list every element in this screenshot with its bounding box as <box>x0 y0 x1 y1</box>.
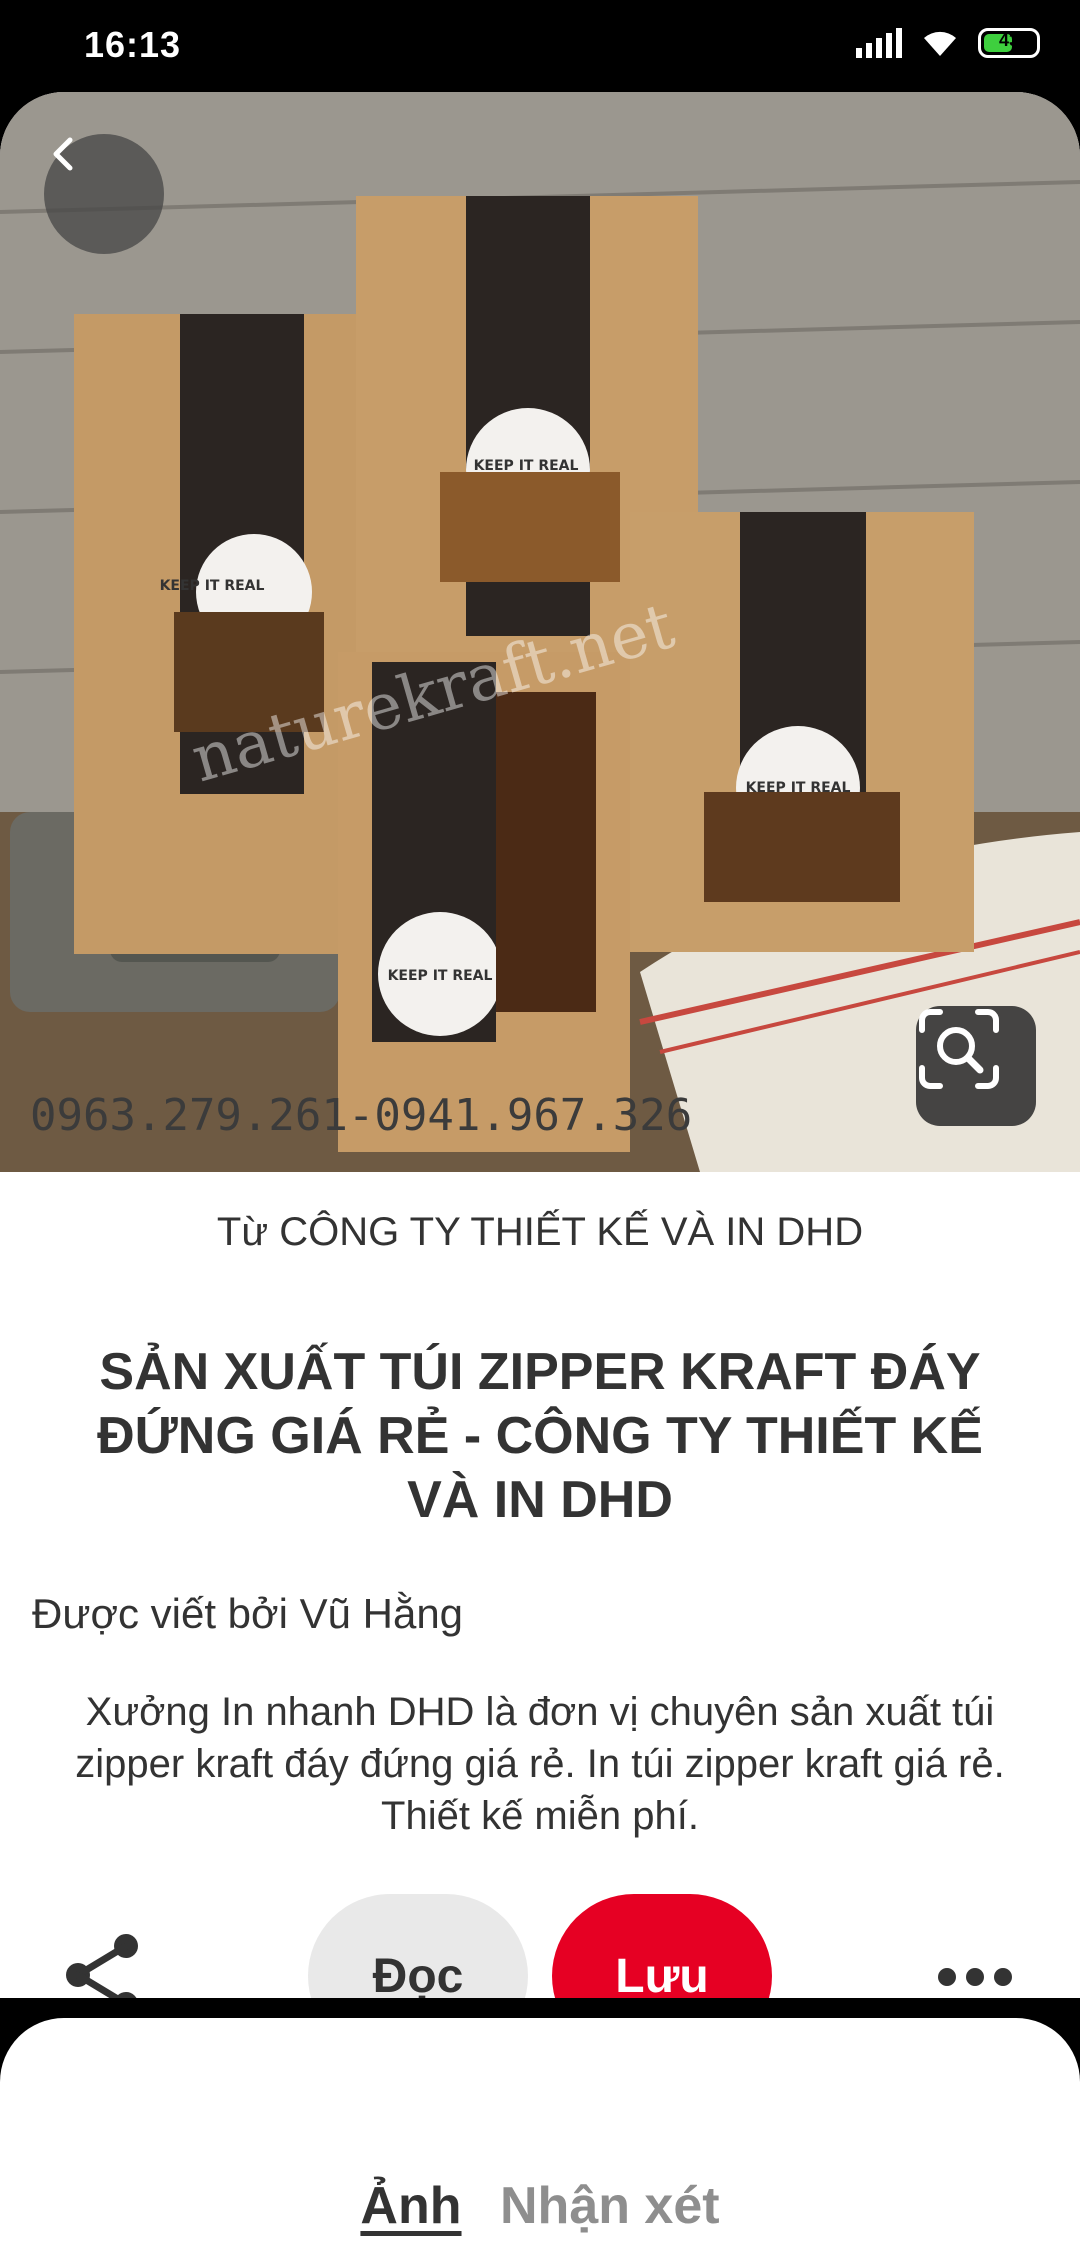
pin-title: SẢN XUẤT TÚI ZIPPER KRAFT ĐÁY ĐỨNG GIÁ R… <box>97 1343 983 1529</box>
svg-text:KEEP IT REAL: KEEP IT REAL <box>746 780 851 796</box>
visual-search-icon <box>919 1009 999 1089</box>
tab-photos[interactable]: Ảnh <box>360 2177 461 2235</box>
wifi-icon <box>924 31 956 56</box>
svg-text:KEEP IT REAL: KEEP IT REAL <box>474 458 579 474</box>
visual-search-button[interactable] <box>916 1006 1036 1126</box>
svg-text:0963.279.261-0941.967.326: 0963.279.261-0941.967.326 <box>30 1090 692 1141</box>
pin-description: Xưởng In nhanh DHD là đơn vị chuyên sản … <box>75 1690 1005 1838</box>
back-arrow-icon <box>53 137 73 171</box>
status-time: 16:13 <box>84 24 182 65</box>
more-icon <box>938 1968 956 1986</box>
status-icons: 43 <box>856 28 1040 58</box>
pin-author: Được viết bởi Vũ Hằng <box>32 1590 464 1637</box>
svg-text:KEEP IT REAL: KEEP IT REAL <box>388 968 493 984</box>
pin-image[interactable]: naturekraft.net 0963.279.261-0941.967.32… <box>0 92 1080 1172</box>
source-link[interactable]: CÔNG TY THIẾT KẾ VÀ IN DHD <box>279 1210 863 1254</box>
status-bar: 16:13 43 <box>0 0 1080 92</box>
source-prefix: Từ <box>216 1210 269 1254</box>
pin-closeup-sheet: naturekraft.net 0963.279.261-0941.967.32… <box>0 92 1080 2248</box>
back-button[interactable] <box>44 134 164 254</box>
more-button[interactable] <box>938 1952 1012 2002</box>
battery-level: 43 <box>998 30 1020 50</box>
signal-icon <box>856 28 902 58</box>
svg-text:KEEP IT REAL: KEEP IT REAL <box>160 578 265 594</box>
battery-icon: 43 <box>978 28 1040 58</box>
pin-source: Từ CÔNG TY THIẾT KẾ VÀ IN DHD <box>0 1210 1080 1255</box>
bottom-tabs: Ảnh Nhận xét <box>0 2176 1080 2236</box>
tab-comments[interactable]: Nhận xét <box>500 2177 720 2235</box>
